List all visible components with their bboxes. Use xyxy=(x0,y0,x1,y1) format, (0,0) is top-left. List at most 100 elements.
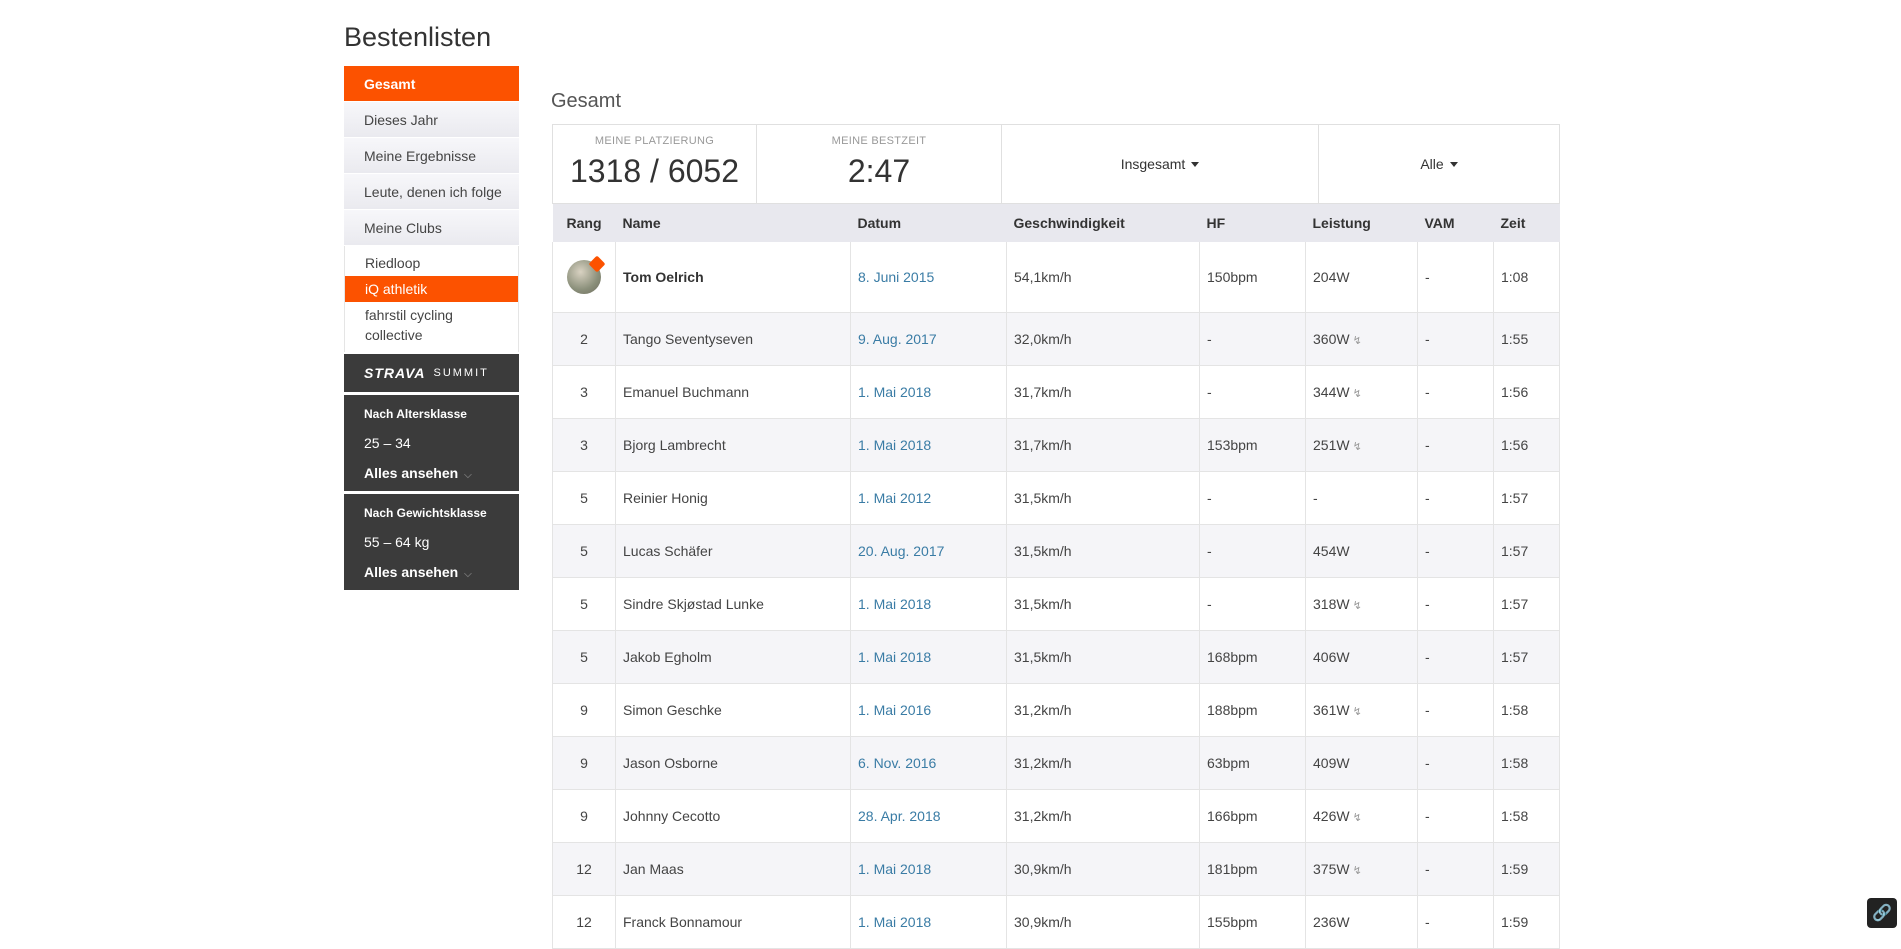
sidebar-nav: GesamtDieses JahrMeine ErgebnisseLeute, … xyxy=(344,66,519,246)
activity-date-link[interactable]: 1. Mai 2018 xyxy=(858,437,931,453)
age-filter-see-all-label[interactable]: Alles ansehen xyxy=(364,465,458,481)
power-value: 454W xyxy=(1313,543,1350,559)
time-cell: 1:59 xyxy=(1494,842,1560,895)
activity-date-link[interactable]: 1. Mai 2016 xyxy=(858,702,931,718)
hr-cell: 188bpm xyxy=(1200,683,1306,736)
col-vam[interactable]: VAM xyxy=(1418,204,1494,242)
activity-date-link[interactable]: 1. Mai 2018 xyxy=(858,861,931,877)
sidebar-item-0[interactable]: Gesamt xyxy=(344,66,519,102)
scope-dropdown-label[interactable]: Insgesamt xyxy=(1121,156,1186,172)
club-item-0[interactable]: Riedloop xyxy=(345,250,518,276)
name-cell: Simon Geschke xyxy=(616,683,851,736)
speed-cell: 31,2km/h xyxy=(1007,789,1200,842)
weight-filter-value[interactable]: 55 – 64 kg xyxy=(364,534,499,550)
date-cell: 28. Apr. 2018 xyxy=(851,789,1007,842)
hr-cell: - xyxy=(1200,577,1306,630)
table-row: 12Franck Bonnamour1. Mai 201830,9km/h155… xyxy=(553,895,1560,948)
activity-date-link[interactable]: 1. Mai 2018 xyxy=(858,596,931,612)
sidebar-item-2[interactable]: Meine Ergebnisse xyxy=(344,138,519,174)
activity-date-link[interactable]: 1. Mai 2018 xyxy=(858,914,931,930)
chevron-down-icon: ⌵ xyxy=(464,470,472,481)
rank-cell: 12 xyxy=(553,842,616,895)
table-row: 9Johnny Cecotto28. Apr. 201831,2km/h166b… xyxy=(553,789,1560,842)
athlete-link[interactable]: Jakob Egholm xyxy=(623,649,712,665)
page-title: Bestenlisten xyxy=(344,22,491,53)
activity-date-link[interactable]: 6. Nov. 2016 xyxy=(858,755,936,771)
athlete-link[interactable]: Jason Osborne xyxy=(623,755,718,771)
date-cell: 1. Mai 2018 xyxy=(851,630,1007,683)
activity-date-link[interactable]: 28. Apr. 2018 xyxy=(858,808,941,824)
time-cell: 1:56 xyxy=(1494,418,1560,471)
weight-filter-see-all-label[interactable]: Alles ansehen xyxy=(364,564,458,580)
sidebar-item-4[interactable]: Meine Clubs xyxy=(344,210,519,246)
link-icon[interactable]: 🔗 xyxy=(1867,898,1897,928)
club-item-1[interactable]: iQ athletik xyxy=(345,276,518,302)
power-cell: 251W↯ xyxy=(1306,418,1418,471)
athlete-link[interactable]: Simon Geschke xyxy=(623,702,722,718)
col-time[interactable]: Zeit xyxy=(1494,204,1560,242)
scope-dropdown[interactable]: Insgesamt xyxy=(1002,125,1319,203)
lightning-icon: ↯ xyxy=(1353,705,1362,718)
col-speed[interactable]: Geschwindigkeit xyxy=(1007,204,1200,242)
activity-date-link[interactable]: 9. Aug. 2017 xyxy=(858,331,937,347)
table-row: 5Reinier Honig1. Mai 201231,5km/h---1:57 xyxy=(553,471,1560,524)
hr-cell: 166bpm xyxy=(1200,789,1306,842)
lightning-icon: ↯ xyxy=(1353,599,1362,612)
club-item-2[interactable]: fahrstil cycling collective xyxy=(345,302,518,348)
activity-date-link[interactable]: 20. Aug. 2017 xyxy=(858,543,944,559)
avatar[interactable] xyxy=(567,260,601,294)
power-value: 375W xyxy=(1313,861,1350,877)
age-filter-value[interactable]: 25 – 34 xyxy=(364,435,499,451)
my-best-time-label: MEINE BESTZEIT xyxy=(757,135,1001,147)
filter-dropdown[interactable]: Alle xyxy=(1319,125,1559,203)
power-cell: 361W↯ xyxy=(1306,683,1418,736)
athlete-link[interactable]: Jan Maas xyxy=(623,861,684,877)
col-date[interactable]: Datum xyxy=(851,204,1007,242)
time-cell: 1:58 xyxy=(1494,736,1560,789)
athlete-link[interactable]: Reinier Honig xyxy=(623,490,708,506)
activity-date-link[interactable]: 1. Mai 2018 xyxy=(858,649,931,665)
name-cell: Jakob Egholm xyxy=(616,630,851,683)
my-best-time-stat: MEINE BESTZEIT 2:47 xyxy=(757,125,1002,203)
strava-summit-banner[interactable]: STRAVA SUMMIT xyxy=(344,354,519,392)
speed-cell: 31,5km/h xyxy=(1007,471,1200,524)
table-row: 5Lucas Schäfer20. Aug. 201731,5km/h-454W… xyxy=(553,524,1560,577)
time-cell: 1:58 xyxy=(1494,683,1560,736)
sidebar-item-3[interactable]: Leute, denen ich folge xyxy=(344,174,519,210)
athlete-link[interactable]: Johnny Cecotto xyxy=(623,808,720,824)
athlete-link[interactable]: Bjorg Lambrecht xyxy=(623,437,726,453)
activity-date-link[interactable]: 8. Juni 2015 xyxy=(858,269,934,285)
filter-dropdown-label[interactable]: Alle xyxy=(1420,156,1443,172)
activity-date-link[interactable]: 1. Mai 2018 xyxy=(858,384,931,400)
date-cell: 8. Juni 2015 xyxy=(851,242,1007,312)
age-filter-see-all[interactable]: Alles ansehen ⌵ xyxy=(364,465,499,481)
athlete-link[interactable]: Franck Bonnamour xyxy=(623,914,742,930)
lightning-icon: ↯ xyxy=(1353,440,1362,453)
athlete-link[interactable]: Tango Seventyseven xyxy=(623,331,753,347)
weight-filter-see-all[interactable]: Alles ansehen ⌵ xyxy=(364,564,499,580)
time-cell: 1:57 xyxy=(1494,524,1560,577)
athlete-link[interactable]: Emanuel Buchmann xyxy=(623,384,749,400)
col-rank[interactable]: Rang xyxy=(553,204,616,242)
speed-cell: 31,2km/h xyxy=(1007,683,1200,736)
sidebar-item-1[interactable]: Dieses Jahr xyxy=(344,102,519,138)
col-name[interactable]: Name xyxy=(616,204,851,242)
speed-cell: 30,9km/h xyxy=(1007,842,1200,895)
chevron-down-icon: ⌵ xyxy=(464,569,472,580)
leaderboard-body: Tom Oelrich8. Juni 201554,1km/h150bpm204… xyxy=(553,242,1560,948)
power-cell: 360W↯ xyxy=(1306,312,1418,365)
table-row: Tom Oelrich8. Juni 201554,1km/h150bpm204… xyxy=(553,242,1560,312)
athlete-link[interactable]: Lucas Schäfer xyxy=(623,543,713,559)
stats-bar: MEINE PLATZIERUNG 1318 / 6052 MEINE BEST… xyxy=(552,124,1560,204)
club-list: RiedloopiQ athletikfahrstil cycling coll… xyxy=(344,246,519,352)
activity-date-link[interactable]: 1. Mai 2012 xyxy=(858,490,931,506)
col-power[interactable]: Leistung xyxy=(1306,204,1418,242)
time-cell: 1:59 xyxy=(1494,895,1560,948)
rank-cell xyxy=(553,242,616,312)
name-cell: Tom Oelrich xyxy=(616,242,851,312)
athlete-link[interactable]: Sindre Skjøstad Lunke xyxy=(623,596,764,612)
athlete-link[interactable]: Tom Oelrich xyxy=(623,269,704,285)
table-row: 9Simon Geschke1. Mai 201631,2km/h188bpm3… xyxy=(553,683,1560,736)
lightning-icon: ↯ xyxy=(1353,864,1362,877)
col-hr[interactable]: HF xyxy=(1200,204,1306,242)
